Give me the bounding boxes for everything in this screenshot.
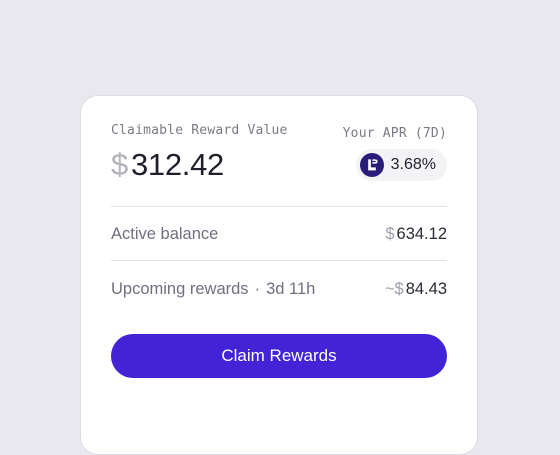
reward-value: 312.42	[130, 147, 224, 182]
upcoming-rewards-label-group: Upcoming rewards · 3d 11h	[111, 280, 315, 299]
token-logo-icon	[359, 153, 384, 177]
active-balance-label: Active balance	[111, 224, 219, 243]
claimable-reward-label: Claimable Reward Value	[111, 123, 288, 138]
upcoming-rewards-row: Upcoming rewards · 3d 11h ~$ 84.43	[111, 277, 447, 301]
claimable-reward-amount: $312.42	[111, 147, 224, 183]
upcoming-rewards-value: ~$ 84.43	[385, 280, 447, 299]
upcoming-rewards-label: Upcoming rewards	[111, 279, 249, 298]
upcoming-rewards-amount: 84.43	[405, 279, 447, 298]
upcoming-rewards-currency: ~$	[384, 279, 404, 298]
reward-currency-symbol: $	[111, 147, 128, 182]
apr-value: 3.68%	[390, 156, 436, 173]
reward-header: Claimable Reward Value Your APR (7D) $31…	[111, 123, 447, 213]
apr-label: Your APR (7D)	[342, 126, 447, 141]
divider	[111, 206, 447, 207]
upcoming-rewards-countdown: 3d 11h	[266, 279, 316, 298]
reward-card: Claimable Reward Value Your APR (7D) $31…	[80, 95, 478, 455]
divider	[111, 260, 447, 261]
active-balance-row: Active balance $634.12	[111, 222, 447, 246]
active-balance-currency: $	[385, 224, 395, 243]
active-balance-amount: 634.12	[396, 224, 447, 243]
apr-badge: 3.68%	[355, 149, 447, 181]
active-balance-value: $634.12	[385, 225, 447, 244]
claim-rewards-button[interactable]: Claim Rewards	[111, 334, 447, 378]
upcoming-rewards-separator: ·	[254, 279, 261, 298]
